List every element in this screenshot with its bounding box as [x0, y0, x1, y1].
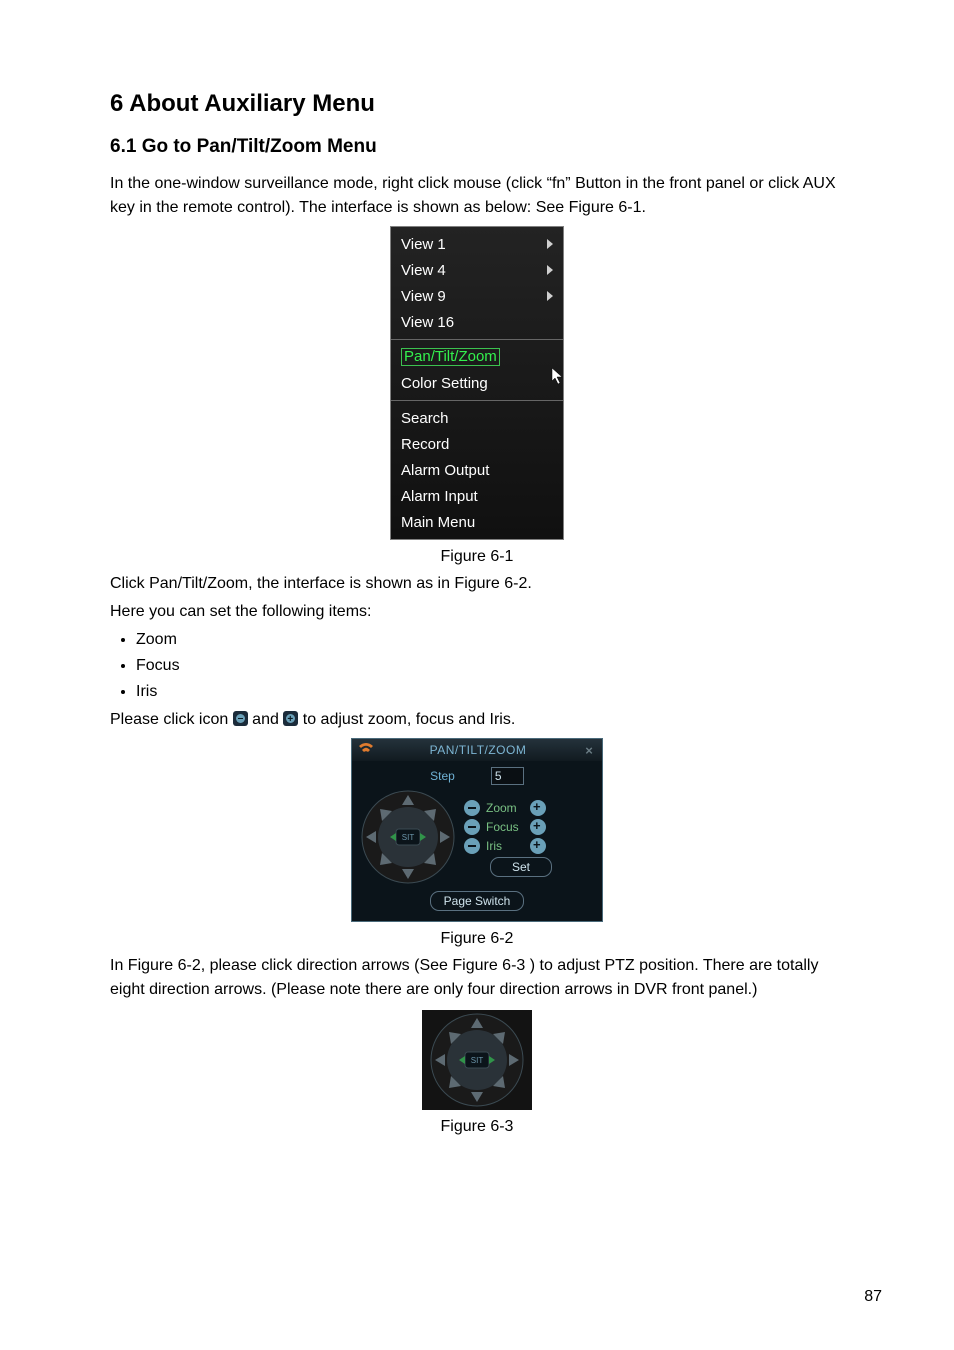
ctx-item-label: View 9 [401, 288, 446, 305]
ctx-item-view4[interactable]: View 4 [391, 257, 563, 283]
svg-text:SIT: SIT [402, 833, 415, 842]
ctx-item-label: Alarm Output [401, 462, 489, 479]
context-menu-group-other: Search Record Alarm Output Alarm Input M… [391, 400, 563, 539]
zoom-minus-button[interactable] [464, 800, 480, 816]
ctx-item-alarm-input[interactable]: Alarm Input [391, 483, 563, 509]
ctx-item-view1[interactable]: View 1 [391, 231, 563, 257]
ptz-row-label: Iris [486, 839, 524, 853]
ptz-row-focus: Focus [464, 819, 594, 835]
ctx-item-label: View 16 [401, 314, 454, 331]
text-after-fig1b: Here you can set the following items: [110, 600, 844, 624]
context-menu-group-ptz: Pan/Tilt/Zoom Color Setting [391, 339, 563, 400]
chevron-right-icon [547, 291, 553, 301]
context-menu-group-views: View 1 View 4 View 9 View 16 [391, 227, 563, 339]
ctx-item-alarm-output[interactable]: Alarm Output [391, 457, 563, 483]
close-icon[interactable]: × [580, 743, 598, 758]
ctx-item-label: Color Setting [401, 375, 488, 392]
page-number: 87 [864, 1288, 882, 1306]
chevron-right-icon [547, 239, 553, 249]
dpad-figure: SIT [422, 1010, 532, 1110]
ptz-panel: PAN/TILT/ZOOM × Step 5 [351, 738, 603, 922]
ptz-row-label: Focus [486, 820, 524, 834]
minus-icon [233, 711, 248, 726]
iris-plus-button[interactable] [530, 838, 546, 854]
ctx-item-view16[interactable]: View 16 [391, 309, 563, 335]
ptz-step-label: Step [430, 769, 455, 783]
iris-minus-button[interactable] [464, 838, 480, 854]
section-heading: 6 About Auxiliary Menu [110, 90, 844, 118]
ptz-step-row: Step 5 [360, 767, 594, 785]
ctx-item-label: View 1 [401, 236, 446, 253]
ctx-item-main-menu[interactable]: Main Menu [391, 509, 563, 535]
ctx-item-view9[interactable]: View 9 [391, 283, 563, 309]
intro-paragraph: In the one-window surveillance mode, rig… [110, 172, 844, 220]
ctx-item-label: Pan/Tilt/Zoom [401, 348, 500, 367]
ctx-item-color[interactable]: Color Setting [391, 370, 563, 396]
ctx-item-label: Record [401, 436, 449, 453]
ctx-item-label: Main Menu [401, 514, 475, 531]
figure-caption-2: Figure 6-2 [110, 930, 844, 948]
set-button[interactable]: Set [490, 857, 552, 877]
ptz-row-label: Zoom [486, 801, 524, 815]
ptz-dpad[interactable]: SIT [360, 789, 456, 885]
text-after-fig1a: Click Pan/Tilt/Zoom, the interface is sh… [110, 572, 844, 596]
figure-caption-3: Figure 6-3 [110, 1118, 844, 1136]
text-part: Please click icon [110, 711, 233, 728]
click-icon-text: Please click icon and to adjust zoom, fo… [110, 708, 844, 732]
chevron-right-icon [547, 265, 553, 275]
ctx-item-record[interactable]: Record [391, 431, 563, 457]
svg-text:SIT: SIT [471, 1056, 484, 1065]
ctx-item-ptz[interactable]: Pan/Tilt/Zoom [391, 344, 563, 370]
ptz-row-zoom: Zoom [464, 800, 594, 816]
ptz-step-input[interactable]: 5 [491, 767, 524, 785]
text-part: to adjust zoom, focus and Iris. [298, 711, 515, 728]
page-switch-button[interactable]: Page Switch [430, 891, 524, 911]
ptz-controls: Zoom Focus Iris Set [464, 797, 594, 877]
plus-icon [283, 711, 298, 726]
figure-caption-1: Figure 6-1 [110, 548, 844, 566]
list-item: Focus [136, 654, 844, 678]
ctx-item-label: Search [401, 410, 449, 427]
context-menu: View 1 View 4 View 9 View 16 Pan/Tilt/Zo… [390, 226, 564, 540]
ctx-item-label: Alarm Input [401, 488, 478, 505]
subsection-heading: 6.1 Go to Pan/Tilt/Zoom Menu [110, 136, 844, 158]
text-after-fig2: In Figure 6-2, please click direction ar… [110, 954, 844, 1002]
zoom-plus-button[interactable] [530, 800, 546, 816]
ptz-titlebar: PAN/TILT/ZOOM × [352, 739, 602, 761]
ctx-item-label: View 4 [401, 262, 446, 279]
ptz-title: PAN/TILT/ZOOM [376, 743, 580, 757]
ptz-logo-icon [356, 742, 376, 758]
ctx-item-search[interactable]: Search [391, 405, 563, 431]
focus-plus-button[interactable] [530, 819, 546, 835]
bullet-list: Zoom Focus Iris [110, 628, 844, 704]
text-part: and [248, 711, 284, 728]
list-item: Iris [136, 680, 844, 704]
ptz-row-iris: Iris [464, 838, 594, 854]
focus-minus-button[interactable] [464, 819, 480, 835]
list-item: Zoom [136, 628, 844, 652]
